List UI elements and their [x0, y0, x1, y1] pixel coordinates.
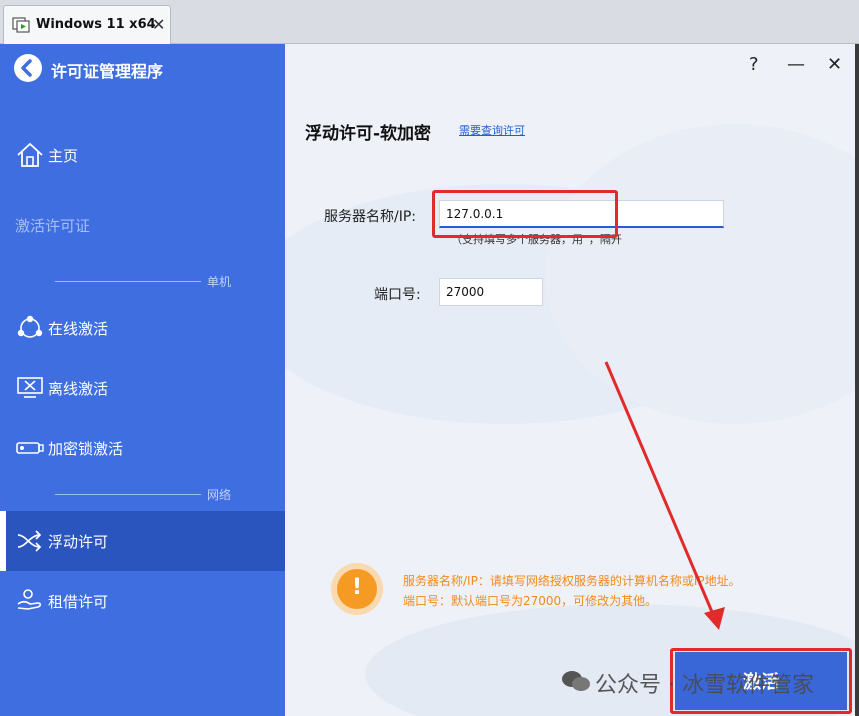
sidebar-item-label: 租借许可	[48, 593, 109, 611]
port-input[interactable]	[439, 278, 543, 306]
close-icon[interactable]: ✕	[152, 15, 165, 34]
sidebar-item-dongle-activation[interactable]: 加密锁激活	[0, 418, 285, 478]
divider-line	[55, 494, 201, 495]
wechat-icon	[562, 671, 590, 691]
sidebar-item-home[interactable]: 主页	[0, 125, 285, 185]
app-title: 许可证管理程序	[51, 62, 164, 81]
info-line-2: 端口号：默认端口号为27000，可修改为其他。	[403, 594, 658, 608]
sidebar-item-label: 激活许可证	[15, 217, 91, 235]
section-divider-standalone: 单机	[55, 273, 270, 289]
hand-give-icon	[17, 589, 42, 610]
vm-icon	[12, 17, 30, 33]
share-network-icon	[17, 315, 43, 338]
help-button[interactable]: ?	[749, 54, 759, 75]
minimize-button[interactable]: —	[787, 54, 805, 75]
sidebar-item-floating-license[interactable]: 浮动许可	[0, 511, 285, 571]
active-marker	[0, 511, 6, 571]
info-line-1: 服务器名称/IP：请填写网络授权服务器的计算机名称或IP地址。	[403, 574, 741, 588]
sidebar-item-activate-license: 激活许可证	[0, 195, 285, 255]
vm-tab-bar: Windows 11 x64 ✕	[0, 0, 859, 44]
sidebar-item-online-activation[interactable]: 在线激活	[0, 298, 285, 358]
back-button[interactable]	[14, 54, 42, 82]
home-icon	[17, 142, 43, 167]
section-divider-network: 网络	[55, 486, 270, 502]
watermark-text: 公众号 · 冰雪软件管家	[595, 673, 814, 698]
query-license-link[interactable]: 需要查询许可	[459, 122, 525, 138]
usb-key-icon	[16, 442, 44, 454]
highlight-box-server	[432, 190, 618, 238]
divider-line	[55, 281, 201, 282]
monitor-x-icon	[17, 377, 43, 398]
sidebar-item-label: 在线激活	[48, 320, 109, 338]
sidebar-item-label: 离线激活	[48, 380, 109, 398]
server-label: 服务器名称/IP:	[324, 209, 417, 225]
shuffle-icon	[17, 530, 42, 552]
sidebar: 许可证管理程序 主页 激活许可证 单机 在线激活 离线激活 加密锁激活 网络 浮…	[0, 44, 285, 716]
section-label: 网络	[207, 488, 232, 502]
sidebar-item-label: 浮动许可	[48, 533, 109, 551]
port-label: 端口号:	[374, 287, 421, 303]
chevron-left-icon	[21, 59, 32, 77]
window-edge	[855, 44, 859, 716]
sidebar-item-borrow-license[interactable]: 租借许可	[0, 571, 285, 631]
vm-tab-title: Windows 11 x64	[36, 17, 156, 32]
warning-icon: !	[337, 569, 377, 609]
section-label: 单机	[207, 275, 232, 289]
sidebar-item-label: 主页	[48, 147, 79, 165]
sidebar-item-label: 加密锁激活	[48, 440, 124, 458]
close-button[interactable]: ✕	[827, 54, 842, 75]
page-title: 浮动许可-软加密	[305, 124, 432, 144]
sidebar-item-offline-activation[interactable]: 离线激活	[0, 358, 285, 418]
main-content: ? — ✕ 浮动许可-软加密 需要查询许可 服务器名称/IP: （支持填写多个服…	[285, 44, 855, 716]
vm-tab[interactable]: Windows 11 x64 ✕	[3, 5, 171, 44]
